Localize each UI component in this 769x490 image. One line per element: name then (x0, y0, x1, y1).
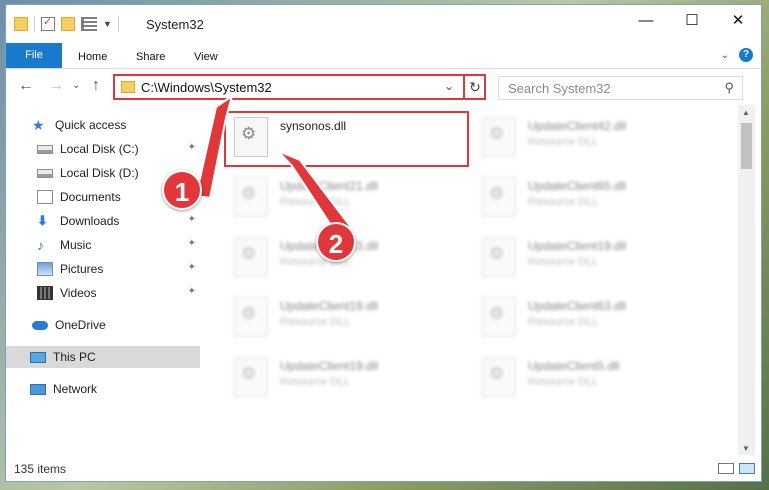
step-1-badge: 1 (162, 170, 202, 210)
step-2-badge: 2 (316, 222, 356, 262)
annotation-arrows (194, 93, 352, 238)
arrow-to-address-bar (194, 93, 234, 200)
